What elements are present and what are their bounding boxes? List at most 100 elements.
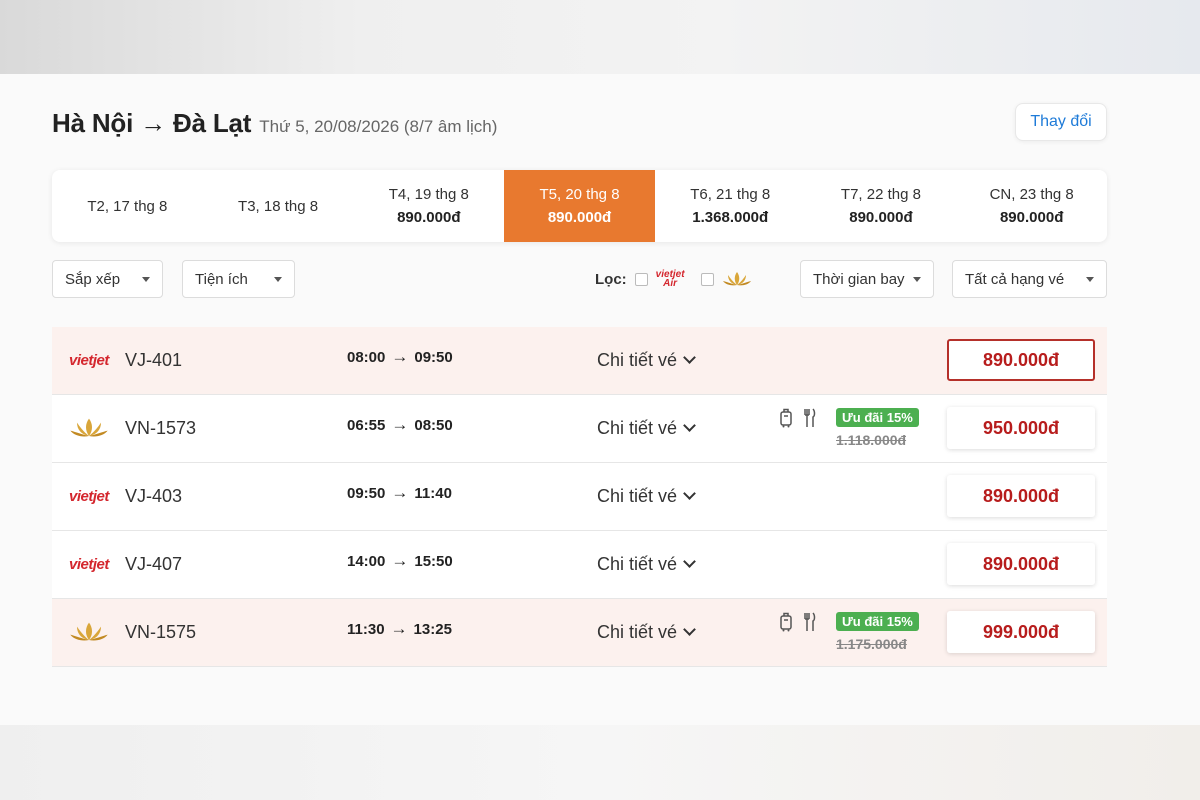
vietnam-airlines-logo	[69, 395, 119, 461]
flight-row[interactable]: VN-1575 11:30 → 13:25 Chi tiết vé Ưu đãi…	[52, 599, 1107, 667]
date-tab-label: T2, 17 thg 8	[87, 197, 168, 215]
luggage-icon	[780, 612, 792, 632]
chevron-down-icon	[683, 351, 696, 364]
date-selector: T2, 17 thg 8 T3, 18 thg 8 T4, 19 thg 8 8…	[52, 170, 1107, 242]
chevron-down-icon	[683, 487, 696, 500]
price-button[interactable]: 890.000đ	[947, 543, 1095, 585]
flight-row[interactable]: vietjet VJ-407 14:00 → 15:50 Chi tiết vé…	[52, 531, 1107, 599]
arrive-time: 08:50	[414, 416, 453, 434]
ticket-detail-label: Chi tiết vé	[597, 417, 678, 438]
flight-row[interactable]: vietjet VJ-401 08:00 → 09:50 Chi tiết vé…	[52, 327, 1107, 395]
sort-dropdown[interactable]: Sắp xếp	[52, 260, 163, 298]
page-header: Hà Nội → Đà Lạt Thứ 5, 20/08/2026 (8/7 â…	[52, 108, 497, 139]
date-tab-label: T4, 19 thg 8	[388, 186, 469, 203]
date-tab-label: T6, 21 thg 8	[690, 186, 771, 203]
date-tab-3-selected[interactable]: T5, 20 thg 8 890.000đ	[504, 170, 655, 242]
caret-down-icon	[913, 276, 921, 282]
arrive-time: 09:50	[414, 348, 453, 366]
lotus-logo-icon	[722, 272, 751, 286]
flight-code: VN-1575	[125, 621, 197, 642]
ticket-detail-toggle[interactable]: Chi tiết vé	[597, 463, 696, 529]
promo-block: Ưu đãi 15% 1.118.000đ	[836, 408, 919, 448]
ticket-detail-toggle[interactable]: Chi tiết vé	[597, 599, 696, 665]
date-tab-6[interactable]: CN, 23 thg 8 890.000đ	[956, 170, 1107, 242]
vietjet-mini-sub: Air	[663, 278, 678, 289]
ticket-class-dropdown-label: Tất cả hạng vé	[965, 270, 1065, 288]
caret-down-icon	[1086, 276, 1094, 282]
lotus-logo-icon	[70, 418, 108, 437]
discount-badge: Ưu đãi 15%	[836, 612, 919, 631]
flight-time: 06:55 → 08:50	[347, 415, 453, 435]
chevron-down-icon	[683, 419, 696, 432]
arrow-right-icon: →	[390, 619, 408, 638]
change-search-button[interactable]: Thay đổi	[1015, 103, 1107, 141]
date-subtitle: Thứ 5, 20/08/2026 (8/7 âm lịch)	[259, 117, 498, 136]
vietjet-logo-text: vietjet	[69, 351, 109, 369]
vietnam-airlines-logo	[69, 599, 119, 665]
amenities-dropdown[interactable]: Tiện ích	[182, 260, 295, 298]
amenities	[779, 612, 817, 632]
date-tab-1[interactable]: T3, 18 thg 8	[203, 170, 354, 242]
flight-time: 11:30 → 13:25	[347, 619, 452, 639]
flight-row[interactable]: VN-1573 06:55 → 08:50 Chi tiết vé Ưu đãi…	[52, 395, 1107, 463]
date-tab-5[interactable]: T7, 22 thg 8 890.000đ	[806, 170, 957, 242]
price-button[interactable]: 950.000đ	[947, 407, 1095, 449]
airline-filter: Lọc: vietjet Air	[595, 260, 752, 298]
flight-row[interactable]: vietjet VJ-403 09:50 → 11:40 Chi tiết vé…	[52, 463, 1107, 531]
date-tab-label: T5, 20 thg 8	[539, 186, 620, 203]
flight-time-dropdown-label: Thời gian bay	[813, 270, 905, 288]
vietnam-airlines-filter-checkbox[interactable]	[700, 272, 714, 286]
depart-time: 11:30	[347, 620, 385, 638]
flight-code: VJ-401	[125, 349, 183, 370]
caret-down-icon	[274, 276, 282, 282]
ticket-detail-toggle[interactable]: Chi tiết vé	[597, 531, 696, 597]
arrow-right-icon: →	[391, 483, 409, 502]
flight-time-dropdown[interactable]: Thời gian bay	[800, 260, 934, 298]
flight-list: vietjet VJ-401 08:00 → 09:50 Chi tiết vé…	[52, 327, 1107, 667]
background-bottom	[0, 725, 1200, 800]
ticket-class-dropdown[interactable]: Tất cả hạng vé	[952, 260, 1107, 298]
date-tab-price: 890.000đ	[547, 209, 612, 226]
vietjet-logo-text: vietjet	[69, 555, 109, 573]
vietjet-logo-icon: vietjet	[69, 463, 119, 529]
ticket-detail-toggle[interactable]: Chi tiết vé	[597, 395, 696, 461]
date-tab-2[interactable]: T4, 19 thg 8 890.000đ	[353, 170, 504, 242]
lotus-logo-icon	[70, 622, 108, 641]
flight-code: VJ-403	[125, 485, 183, 506]
flight-code: VJ-407	[125, 553, 183, 574]
price-button-selected[interactable]: 890.000đ	[947, 339, 1095, 381]
amenities-dropdown-label: Tiện ích	[195, 270, 248, 288]
chevron-down-icon	[683, 623, 696, 636]
arrow-right-icon: →	[391, 551, 409, 570]
vietjet-logo-icon: vietjet	[69, 531, 119, 597]
date-tab-0[interactable]: T2, 17 thg 8	[52, 170, 203, 242]
date-tab-label: T7, 22 thg 8	[840, 186, 921, 203]
date-tab-4[interactable]: T6, 21 thg 8 1.368.000đ	[655, 170, 806, 242]
ticket-detail-label: Chi tiết vé	[597, 553, 678, 574]
amenities	[779, 408, 817, 428]
luggage-icon	[780, 408, 792, 428]
vietjet-filter-checkbox[interactable]	[634, 272, 648, 286]
arrow-right-icon: →	[391, 415, 409, 434]
depart-time: 06:55	[347, 416, 386, 434]
arrive-time: 13:25	[413, 620, 452, 638]
flight-time: 09:50 → 11:40	[347, 483, 452, 503]
date-tab-price: 890.000đ	[999, 209, 1064, 226]
background-top	[0, 0, 1200, 74]
flight-code: VN-1573	[125, 417, 197, 438]
vietjet-logo-icon: vietjet	[69, 327, 119, 393]
date-tab-price: 1.368.000đ	[692, 209, 769, 226]
caret-down-icon	[142, 276, 150, 282]
promo-block: Ưu đãi 15% 1.175.000đ	[836, 612, 919, 652]
arrive-time: 15:50	[414, 552, 453, 570]
original-price: 1.118.000đ	[836, 432, 907, 448]
flight-results-page: Hà Nội → Đà Lạt Thứ 5, 20/08/2026 (8/7 â…	[0, 74, 1200, 725]
arrow-right-icon: →	[391, 347, 409, 366]
ticket-detail-toggle[interactable]: Chi tiết vé	[597, 327, 696, 393]
chevron-down-icon	[683, 555, 696, 568]
meal-icon	[804, 612, 816, 631]
price-button[interactable]: 890.000đ	[947, 475, 1095, 517]
price-button[interactable]: 999.000đ	[947, 611, 1095, 653]
date-tab-price: 890.000đ	[397, 209, 461, 226]
ticket-detail-label: Chi tiết vé	[597, 621, 678, 642]
